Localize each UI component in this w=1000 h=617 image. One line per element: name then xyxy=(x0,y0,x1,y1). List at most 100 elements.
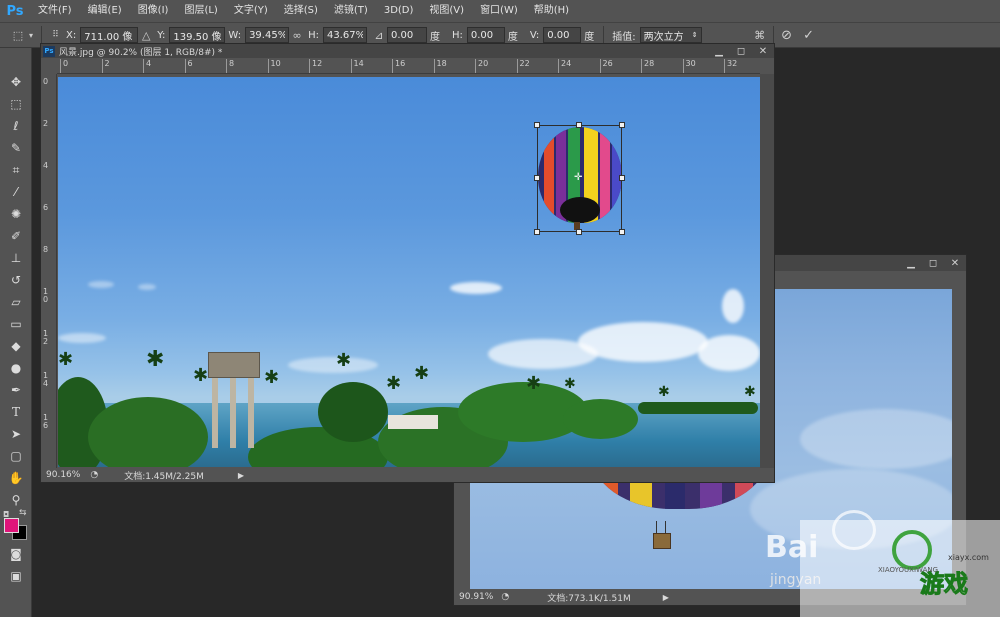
transform-tool-icon[interactable]: ⬚ xyxy=(10,27,26,43)
document-tab[interactable]: Ps 风景.jpg @ 90.2% (图层 1, RGB/8#) * ▁ ◻ ✕ xyxy=(41,44,774,58)
vertical-ruler[interactable]: 0 2 4 6 8 1 0 1 2 1 4 1 6 xyxy=(41,74,57,468)
menu-help[interactable]: 帮助(H) xyxy=(526,0,577,22)
transform-center-icon[interactable]: ✛ xyxy=(574,172,582,183)
palm-tree: ✱ xyxy=(414,363,430,384)
cloud xyxy=(450,282,502,294)
gradient-tool-icon[interactable]: ▭ xyxy=(5,314,27,334)
close-icon[interactable]: ✕ xyxy=(752,45,774,57)
separator xyxy=(41,26,42,44)
second-zoom-level[interactable]: 90.91% xyxy=(459,592,493,602)
angle-field[interactable] xyxy=(386,27,427,43)
tree xyxy=(318,382,388,442)
link-icon[interactable]: ∞ xyxy=(289,27,305,43)
marquee-tool-icon[interactable]: ⬚ xyxy=(5,94,27,114)
status-info-icon[interactable]: ◔ xyxy=(90,470,98,480)
pen-tool-icon[interactable]: ✒ xyxy=(5,380,27,400)
transform-handle-tr[interactable] xyxy=(619,122,625,128)
ruler-tick-label: 24 xyxy=(558,59,571,73)
menu-select[interactable]: 选择(S) xyxy=(276,0,326,22)
transform-handle-mr[interactable] xyxy=(619,175,625,181)
swap-colors-icon[interactable]: ⇆ xyxy=(19,508,27,518)
type-tool-icon[interactable]: T xyxy=(5,402,27,422)
close-icon[interactable]: ✕ xyxy=(944,257,966,269)
palm-tree: ✱ xyxy=(58,349,74,370)
transform-handle-tl[interactable] xyxy=(534,122,540,128)
site-watermark-panel: xiayx.com 游戏 XIAOYOUXIWANG xyxy=(800,520,1000,617)
dodge-tool-icon[interactable]: ● xyxy=(5,358,27,378)
ruler-tick-label: 8 xyxy=(226,59,234,73)
y-position-field[interactable] xyxy=(169,27,226,43)
spot-healing-tool-icon[interactable]: ✺ xyxy=(5,204,27,224)
zoom-tool-icon[interactable]: ⚲ xyxy=(5,490,27,510)
distant-trees xyxy=(638,402,758,414)
document-title: 风景.jpg @ 90.2% (图层 1, RGB/8#) * xyxy=(59,47,223,58)
delta-icon[interactable]: △ xyxy=(138,27,154,43)
menu-window[interactable]: 窗口(W) xyxy=(472,0,526,22)
minimize-icon[interactable]: ▁ xyxy=(900,257,922,269)
menu-image[interactable]: 图像(I) xyxy=(130,0,177,22)
menu-layer[interactable]: 图层(L) xyxy=(176,0,225,22)
palm-tree: ✱ xyxy=(526,373,542,394)
menu-bar: Ps 文件(F) 编辑(E) 图像(I) 图层(L) 文字(Y) 选择(S) 滤… xyxy=(0,0,1000,22)
status-info-icon[interactable]: ◔ xyxy=(501,592,509,602)
palm-tree: ✱ xyxy=(564,376,576,392)
warp-mode-icon[interactable]: ⌘ xyxy=(752,27,768,43)
menu-3d[interactable]: 3D(D) xyxy=(376,0,422,22)
eraser-tool-icon[interactable]: ▱ xyxy=(5,292,27,312)
tree xyxy=(563,399,638,439)
history-brush-tool-icon[interactable]: ↺ xyxy=(5,270,27,290)
status-menu-arrow-icon[interactable]: ▶ xyxy=(663,593,669,602)
horizontal-ruler[interactable]: 0 2 4 6 8 10 12 14 16 18 20 22 24 26 28 30 32 xyxy=(57,58,760,74)
tool-preset-arrow-icon[interactable]: ▾ xyxy=(26,27,36,43)
clone-stamp-tool-icon[interactable]: ⊥ xyxy=(5,248,27,268)
ruler-tick-label: 16 xyxy=(392,59,405,73)
transform-handle-br[interactable] xyxy=(619,229,625,235)
status-menu-arrow-icon[interactable]: ▶ xyxy=(238,471,244,480)
x-position-field[interactable] xyxy=(80,27,139,43)
maximize-icon[interactable]: ◻ xyxy=(922,257,944,269)
transform-handle-tc[interactable] xyxy=(576,122,582,128)
h-skew-field[interactable] xyxy=(466,27,505,43)
ruler-tick-label: 4 xyxy=(143,59,151,73)
quick-mask-icon[interactable]: ◙ xyxy=(5,544,27,564)
transform-handle-bc[interactable] xyxy=(576,229,582,235)
menu-filter[interactable]: 滤镜(T) xyxy=(326,0,376,22)
rectangle-tool-icon[interactable]: ▢ xyxy=(5,446,27,466)
free-transform-box[interactable]: ✛ xyxy=(534,122,625,235)
menu-type[interactable]: 文字(Y) xyxy=(226,0,276,22)
eyedropper-tool-icon[interactable]: ⁄ xyxy=(5,182,27,202)
menu-edit[interactable]: 编辑(E) xyxy=(80,0,130,22)
cancel-transform-icon[interactable]: ⊘ xyxy=(779,27,795,43)
v-skew-field[interactable] xyxy=(543,27,582,43)
palm-tree: ✱ xyxy=(744,384,756,400)
height-field[interactable] xyxy=(322,27,367,43)
screen-mode-icon[interactable]: ▣ xyxy=(5,566,27,586)
hand-tool-icon[interactable]: ✋ xyxy=(5,468,27,488)
path-select-tool-icon[interactable]: ➤ xyxy=(5,424,27,444)
main-zoom-level[interactable]: 90.16% xyxy=(46,470,80,480)
crop-tool-icon[interactable]: ⌗ xyxy=(5,160,27,180)
transform-handle-bl[interactable] xyxy=(534,229,540,235)
menu-file[interactable]: 文件(F) xyxy=(30,0,80,22)
interpolation-select[interactable]: 两次立方 ⇕ xyxy=(639,27,702,43)
width-field[interactable] xyxy=(245,27,290,43)
move-tool-icon[interactable]: ✥ xyxy=(5,72,27,92)
blur-tool-icon[interactable]: ◆ xyxy=(5,336,27,356)
maximize-icon[interactable]: ◻ xyxy=(730,45,752,57)
game-sub-watermark: XIAOYOUXIWANG xyxy=(878,566,939,574)
transform-handle-ml[interactable] xyxy=(534,175,540,181)
ruler-tick-label: 0 xyxy=(60,59,68,73)
document-canvas[interactable]: ✱ ✱ ✱ ✱ ✱ ✱ ✱ ✱ ✱ ✱ ✱ ✛ xyxy=(58,77,760,467)
minimize-icon[interactable]: ▁ xyxy=(708,45,730,57)
reference-point-icon[interactable]: ⠿ xyxy=(47,27,63,43)
rotate-angle-icon: ⊿ xyxy=(374,28,384,42)
ruler-tick-label: 8 xyxy=(43,245,49,254)
brush-tool-icon[interactable]: ✐ xyxy=(5,226,27,246)
commit-transform-icon[interactable]: ✓ xyxy=(801,27,817,43)
foreground-color-swatch[interactable] xyxy=(4,518,19,533)
lasso-tool-icon[interactable]: ℓ xyxy=(5,116,27,136)
vertical-scrollbar[interactable] xyxy=(760,74,774,468)
quick-select-tool-icon[interactable]: ✎ xyxy=(5,138,27,158)
ruler-tick-label: 12 xyxy=(309,59,322,73)
menu-view[interactable]: 视图(V) xyxy=(421,0,472,22)
